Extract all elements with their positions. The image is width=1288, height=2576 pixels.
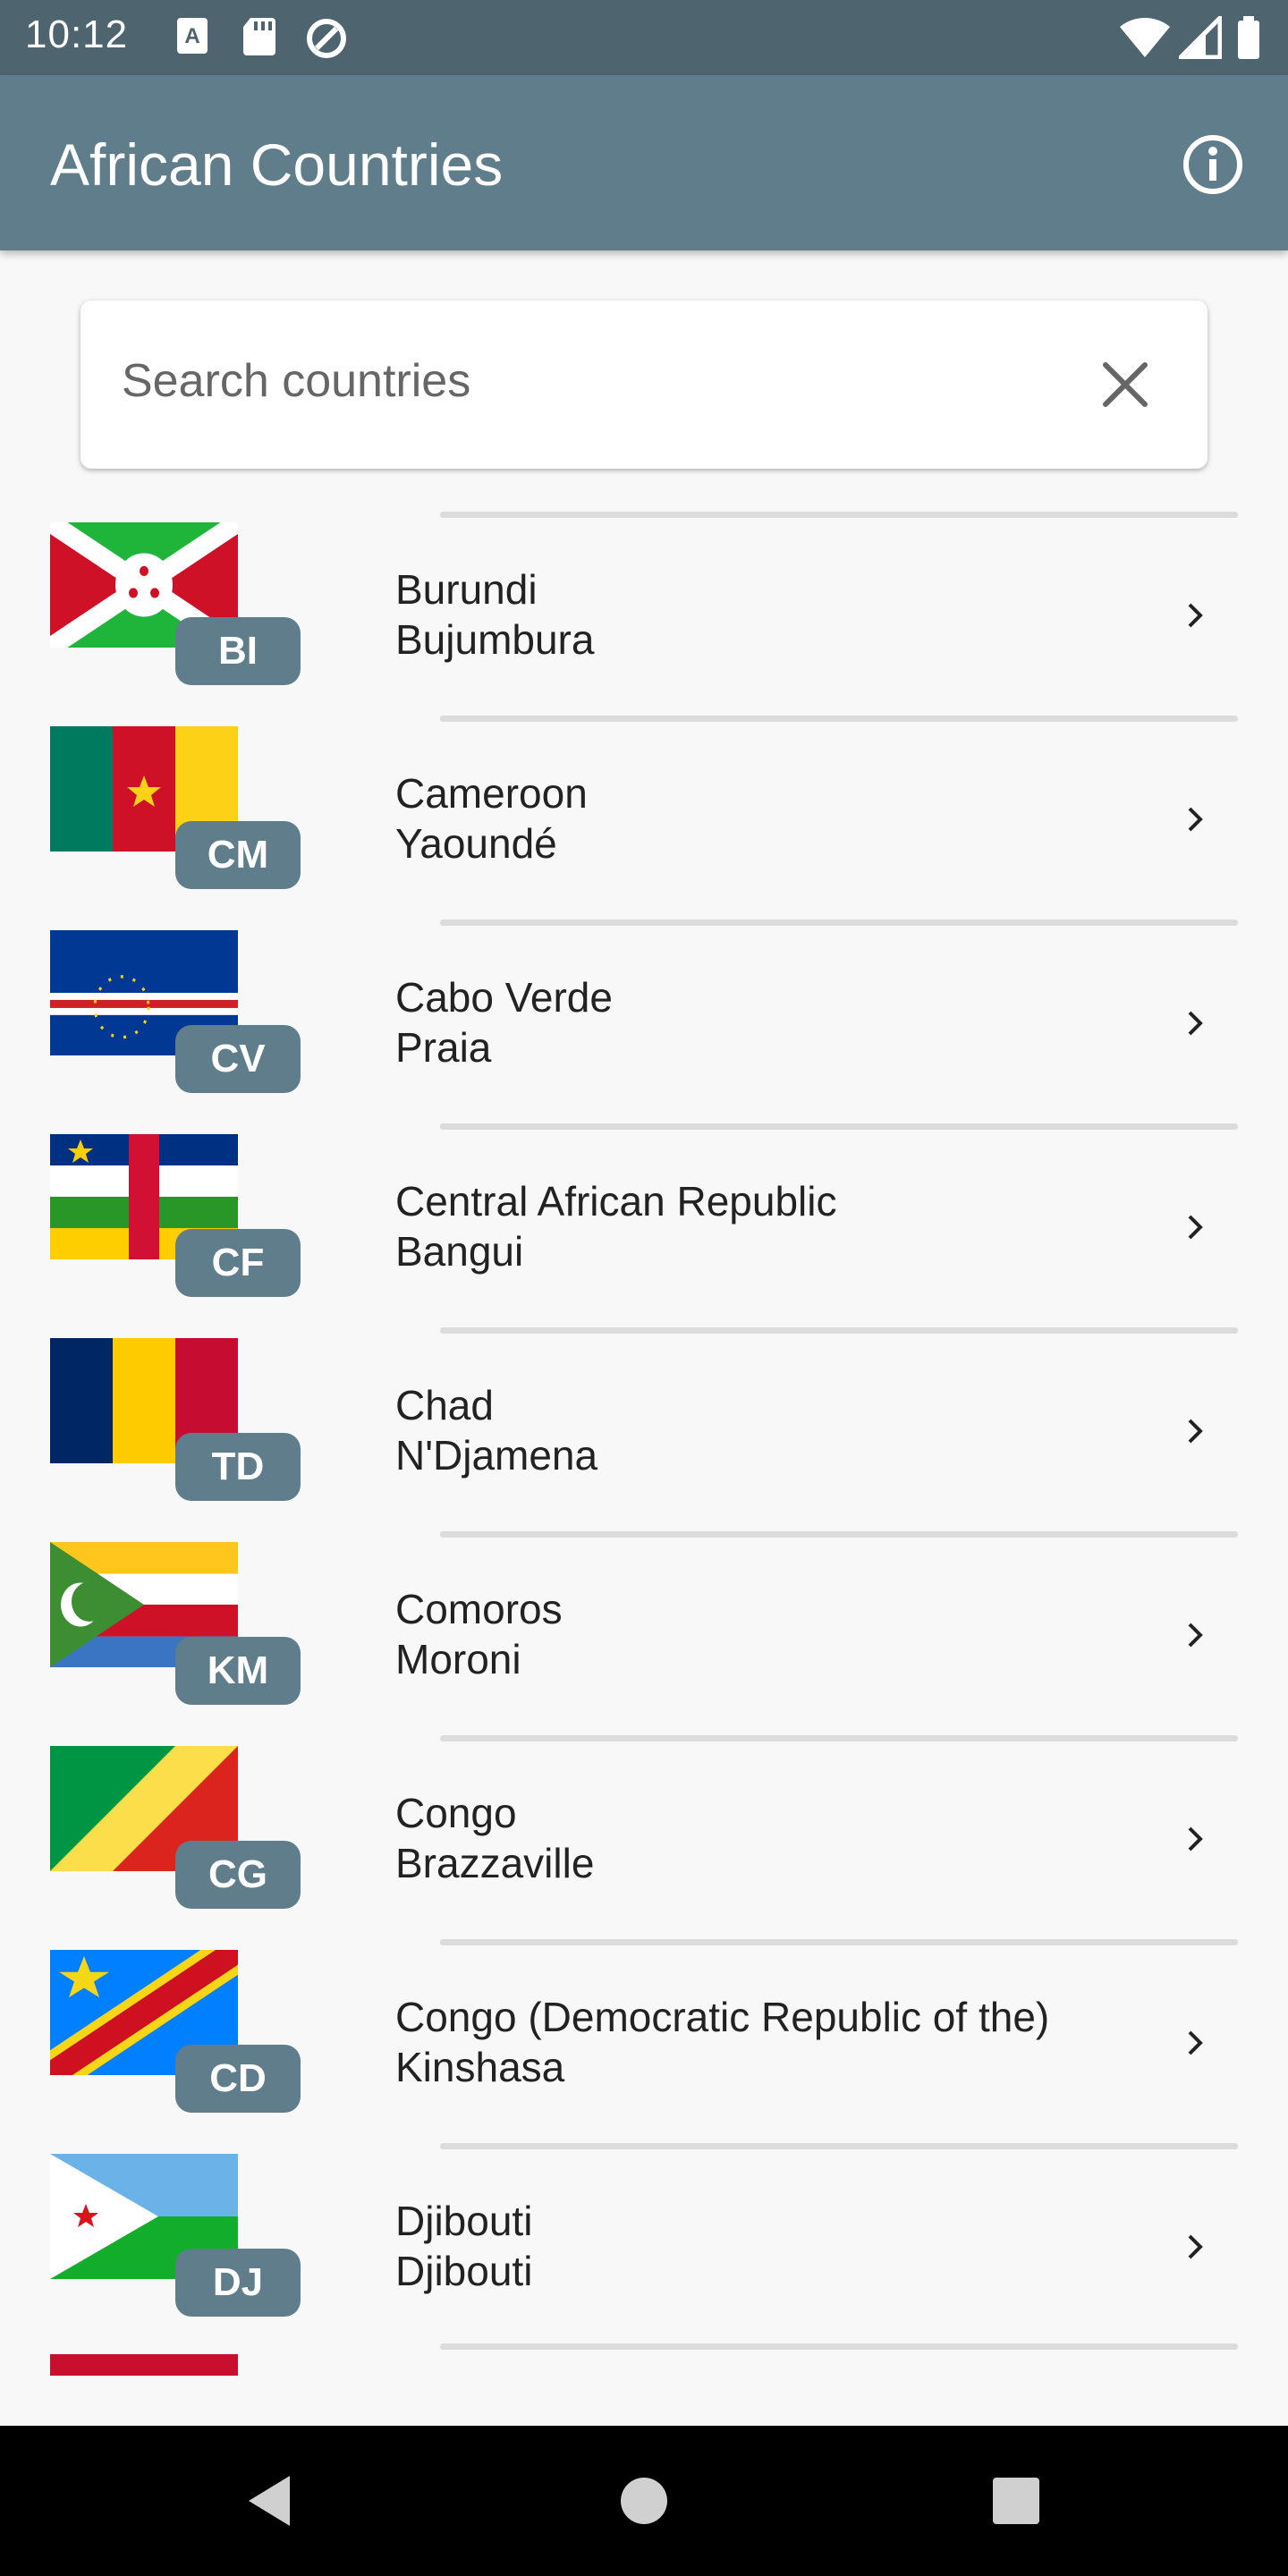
search-input[interactable] (122, 345, 1016, 417)
country-code-badge: CF (175, 1229, 301, 1297)
list-item[interactable]: CV Cabo Verde Praia (0, 909, 1288, 1113)
app-bar: African Countries (0, 75, 1288, 250)
country-capital: Moroni (395, 1636, 521, 1682)
info-icon[interactable] (1181, 132, 1245, 197)
country-capital: Brazzaville (395, 1840, 595, 1886)
divider (440, 1327, 1238, 1334)
list-item[interactable]: DJ Djibouti Djibouti (0, 2132, 1288, 2336)
country-capital: Bujumbura (395, 616, 595, 663)
country-name: Cabo Verde (395, 974, 613, 1021)
chevron-right-icon (1188, 1215, 1203, 1240)
country-name: Djibouti (395, 2198, 533, 2244)
chevron-right-icon (1188, 1011, 1203, 1036)
country-code-badge: CD (175, 2045, 301, 2113)
country-capital: Kinshasa (395, 2044, 565, 2090)
list-item[interactable]: CF Central African Republic Bangui (0, 1113, 1288, 1317)
status-bar: 10:12 A (0, 0, 1288, 75)
divider (440, 919, 1238, 926)
divider (440, 1531, 1238, 1538)
sd-card-icon (243, 18, 275, 55)
country-code-badge: TD (175, 1433, 301, 1501)
list-item[interactable]: CG Congo Brazzaville (0, 1724, 1288, 1928)
list-item[interactable]: CM Cameroon Yaoundé (0, 705, 1288, 909)
page-title: African Countries (50, 131, 504, 198)
country-code-badge: DJ (175, 2249, 301, 2317)
battery-icon (1238, 16, 1259, 59)
list-item[interactable]: TD Chad N'Djamena (0, 1317, 1288, 1521)
country-name: Cameroon (395, 770, 588, 817)
list-item[interactable]: KM Comoros Moroni (0, 1521, 1288, 1724)
country-code-badge: CM (175, 821, 301, 889)
chevron-right-icon (1188, 2030, 1203, 2055)
chevron-right-icon (1188, 1419, 1203, 1444)
data-saver-icon (307, 19, 346, 58)
country-capital: Yaoundé (395, 820, 557, 867)
country-name: Burundi (395, 566, 538, 613)
country-name: Comoros (395, 1586, 563, 1632)
country-name: Congo (Democratic Republic of the) (395, 1994, 1050, 2040)
status-time: 10:12 (25, 13, 129, 56)
a-notification-icon: A (177, 18, 208, 54)
close-icon[interactable] (1097, 356, 1154, 413)
divider (440, 512, 1238, 518)
search-box (80, 301, 1208, 469)
wifi-icon (1120, 17, 1170, 58)
signal-icon (1179, 16, 1222, 59)
country-code-badge: CG (175, 1841, 301, 1909)
home-icon[interactable] (612, 2469, 676, 2533)
list-item[interactable]: CD Congo (Democratic Republic of the) Ki… (0, 1928, 1288, 2132)
back-icon[interactable] (236, 2469, 301, 2533)
country-capital: Praia (395, 1024, 492, 1071)
chevron-right-icon (1188, 603, 1203, 628)
chevron-right-icon (1188, 1623, 1203, 1648)
divider (440, 1735, 1238, 1741)
country-name: Central African Republic (395, 1178, 837, 1224)
country-code-badge: CV (175, 1025, 301, 1093)
country-code-badge: BI (175, 617, 301, 685)
country-code-badge: KM (175, 1637, 301, 1705)
chevron-right-icon (1188, 1826, 1203, 1852)
country-list: BI Burundi Bujumbura CM Cameroon Yaoundé… (0, 501, 1288, 2336)
country-capital: Bangui (395, 1228, 524, 1275)
country-name: Chad (395, 1382, 494, 1428)
divider (440, 1123, 1238, 1130)
chevron-right-icon (1188, 2234, 1203, 2259)
flag-partial (50, 2354, 238, 2376)
svg-text:A: A (184, 24, 199, 48)
divider (440, 2343, 1238, 2350)
country-name: Congo (395, 1790, 517, 1836)
navigation-bar (0, 2426, 1288, 2576)
divider (440, 2143, 1238, 2149)
divider (440, 1939, 1238, 1945)
list-item-partial[interactable] (0, 2336, 1288, 2426)
country-capital: N'Djamena (395, 1432, 598, 1479)
country-capital: Djibouti (395, 2248, 533, 2294)
list-item[interactable]: BI Burundi Bujumbura (0, 501, 1288, 705)
chevron-right-icon (1188, 807, 1203, 832)
divider (440, 716, 1238, 722)
recents-icon[interactable] (984, 2469, 1048, 2533)
